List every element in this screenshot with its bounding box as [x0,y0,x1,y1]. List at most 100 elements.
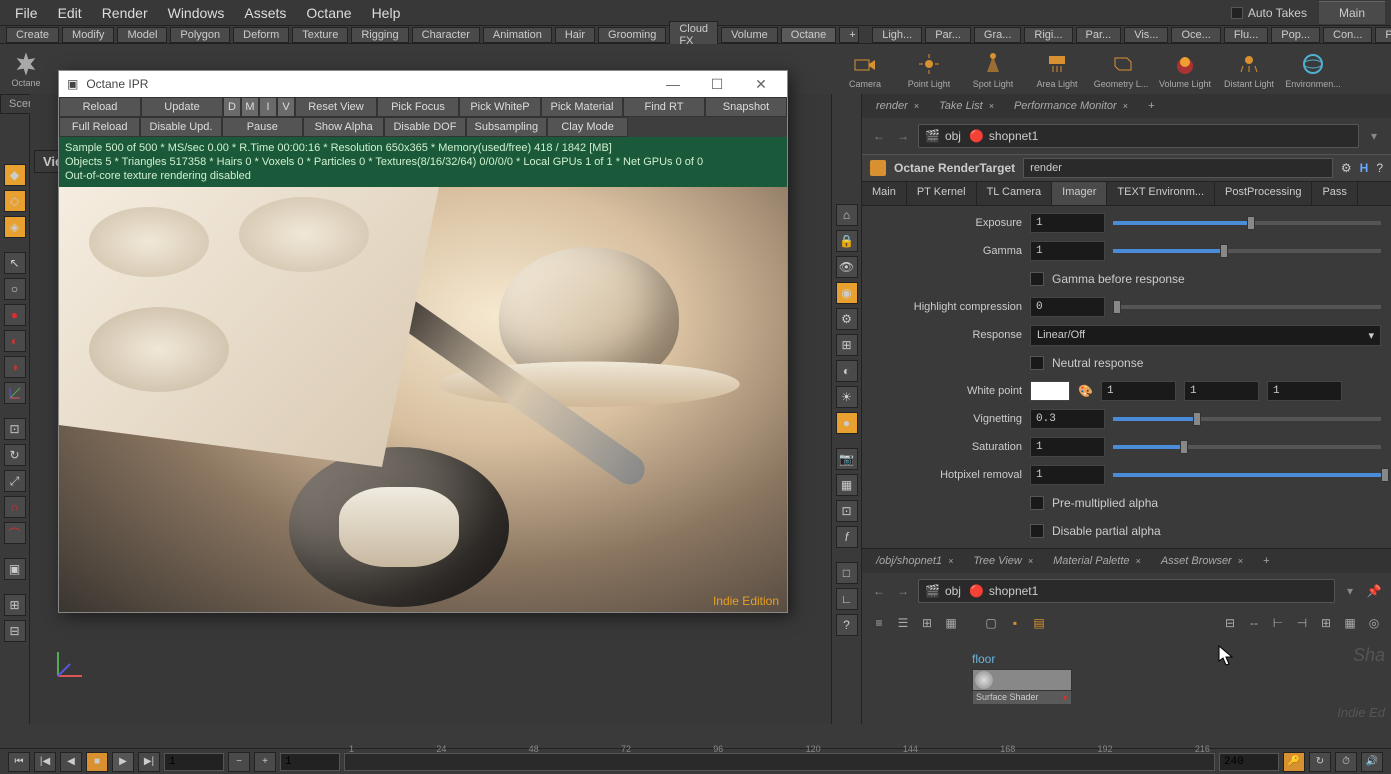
h-icon[interactable]: H [1360,161,1369,175]
nav-fwd[interactable]: → [894,127,912,145]
shelf-r-pyr[interactable]: Pyr... [1375,27,1391,43]
shelf-volume[interactable]: Volume [721,27,778,43]
ipr-subsampling[interactable]: Subsampling [466,117,547,137]
ntool-grid2[interactable]: ▦ [942,614,960,632]
tab-shopnet[interactable]: /obj/shopnet1× [866,552,963,570]
shelf-rigging[interactable]: Rigging [351,27,408,43]
close-icon[interactable]: × [948,556,953,566]
response-dropdown[interactable]: Linear/Off▾ [1030,325,1381,346]
exposure-slider[interactable] [1113,221,1381,225]
ipr-fullreload[interactable]: Full Reload [59,117,140,137]
light-camera[interactable]: Camera [839,50,891,89]
path-obj[interactable]: obj [945,129,961,143]
premult-checkbox[interactable] [1030,496,1044,510]
vtool-render[interactable]: ◉ [836,282,858,304]
ipr-disableupd[interactable]: Disable Upd. [140,117,221,137]
ntool-align1[interactable]: ⊟ [1221,614,1239,632]
octane-logo[interactable]: Octane [4,47,48,91]
ntool-note[interactable]: ▪ [1006,614,1024,632]
subtab-main[interactable]: Main [862,182,907,205]
ipr-reload[interactable]: Reload [59,97,141,117]
ntool-grid1[interactable]: ⊞ [918,614,936,632]
ipr-v[interactable]: V [277,97,295,117]
ipr-render-view[interactable]: Indie Edition [59,187,787,612]
nav-dropdown[interactable]: ▾ [1365,127,1383,145]
tool-scale[interactable]: ⤢ [4,470,26,492]
vtool-shade[interactable]: ◐ [836,360,858,382]
ipr-titlebar[interactable]: ▣ Octane IPR — ☐ ✕ [59,71,787,97]
tl-loop[interactable]: ↻ [1309,752,1331,772]
shelf-grooming[interactable]: Grooming [598,27,666,43]
tool-magnet2[interactable]: ⌒ [4,522,26,544]
gamma-slider[interactable] [1113,249,1381,253]
shelf-r-lights[interactable]: Ligh... [872,27,922,43]
shelf-r-oce[interactable]: Oce... [1171,27,1220,43]
ntool-target[interactable]: ◎ [1365,614,1383,632]
shelf-animation[interactable]: Animation [483,27,552,43]
tool-misc1[interactable]: ⊞ [4,594,26,616]
node-path-obj[interactable]: obj [945,584,961,598]
path-shopnet[interactable]: shopnet1 [989,129,1038,143]
vtool-grid[interactable]: ⊡ [836,500,858,522]
ntool-align4[interactable]: ⊣ [1293,614,1311,632]
tool-rotate[interactable]: ↻ [4,444,26,466]
tab-assetbrowser[interactable]: Asset Browser× [1151,552,1253,570]
menu-windows[interactable]: Windows [159,2,234,24]
ipr-m[interactable]: M [241,97,259,117]
help-icon[interactable]: ? [1376,161,1383,175]
vtool-lock[interactable]: 🔒 [836,230,858,252]
node-path-field[interactable]: 🎬obj 🔴shopnet1 [918,579,1335,603]
shelf-deform[interactable]: Deform [233,27,289,43]
vtool-mat[interactable]: ● [836,412,858,434]
path-field[interactable]: 🎬obj 🔴shopnet1 [918,124,1359,148]
node-flag-icon[interactable]: ▸ [1063,692,1068,703]
tool-select-object[interactable]: ◆ [4,164,26,186]
tl-stop[interactable]: ■ [86,752,108,772]
shelf-r-flu[interactable]: Flu... [1224,27,1268,43]
ntool-list2[interactable]: ☰ [894,614,912,632]
nav-back[interactable]: ← [870,127,888,145]
node-graph[interactable]: floor Surface Shader▸ Sha Indie Ed [862,637,1391,724]
ntool-box[interactable]: ▢ [982,614,1000,632]
shelf-texture[interactable]: Texture [292,27,348,43]
tool-misc2[interactable]: ⊟ [4,620,26,642]
vtool-light[interactable]: ☀ [836,386,858,408]
tl-prevkey[interactable]: |◀ [34,752,56,772]
maximize-button[interactable]: ☐ [699,76,735,93]
shelf-character[interactable]: Character [412,27,480,43]
ipr-showalpha[interactable]: Show Alpha [303,117,384,137]
tl-plus[interactable]: + [254,752,276,772]
shelf-r-vis[interactable]: Vis... [1124,27,1168,43]
tab-treeview[interactable]: Tree View× [963,552,1043,570]
tl-prev[interactable]: ◀ [60,752,82,772]
menu-help[interactable]: Help [363,2,410,24]
ipr-pickmat[interactable]: Pick Material [541,97,623,117]
node-nav-pin[interactable]: 📌 [1365,582,1383,600]
node-nav-fwd[interactable]: → [894,582,912,600]
tool-select-edge[interactable]: ◈ [4,216,26,238]
vtool-r1[interactable]: f [836,526,858,548]
highlight-input[interactable] [1030,297,1105,317]
subtab-postproc[interactable]: PostProcessing [1215,182,1312,205]
menu-octane[interactable]: Octane [297,2,360,24]
tab-render[interactable]: render× [866,97,929,115]
vtool-gear[interactable]: ⚙ [836,308,858,330]
ipr-disabledof[interactable]: Disable DOF [384,117,465,137]
subtab-pass[interactable]: Pass [1312,182,1357,205]
gear-icon[interactable]: ⚙ [1341,161,1352,175]
tool-red3[interactable]: ◑ [4,356,26,378]
light-spot[interactable]: Spot Light [967,50,1019,89]
node-path-shopnet[interactable]: shopnet1 [989,584,1038,598]
subtab-textenv[interactable]: TEXT Environm... [1107,182,1215,205]
shelf-r-gra[interactable]: Gra... [974,27,1022,43]
ntool-align2[interactable]: -- [1245,614,1263,632]
neutral-checkbox[interactable] [1030,356,1044,370]
ipr-pickwhite[interactable]: Pick WhiteP [459,97,541,117]
whitepoint-color[interactable] [1030,381,1070,401]
vtool-home[interactable]: ⌂ [836,204,858,226]
ipr-update[interactable]: Update [141,97,223,117]
minimize-button[interactable]: — [655,76,691,92]
gamma-before-checkbox[interactable] [1030,272,1044,286]
tool-transform[interactable]: ⊡ [4,418,26,440]
close-icon[interactable]: × [1238,556,1243,566]
